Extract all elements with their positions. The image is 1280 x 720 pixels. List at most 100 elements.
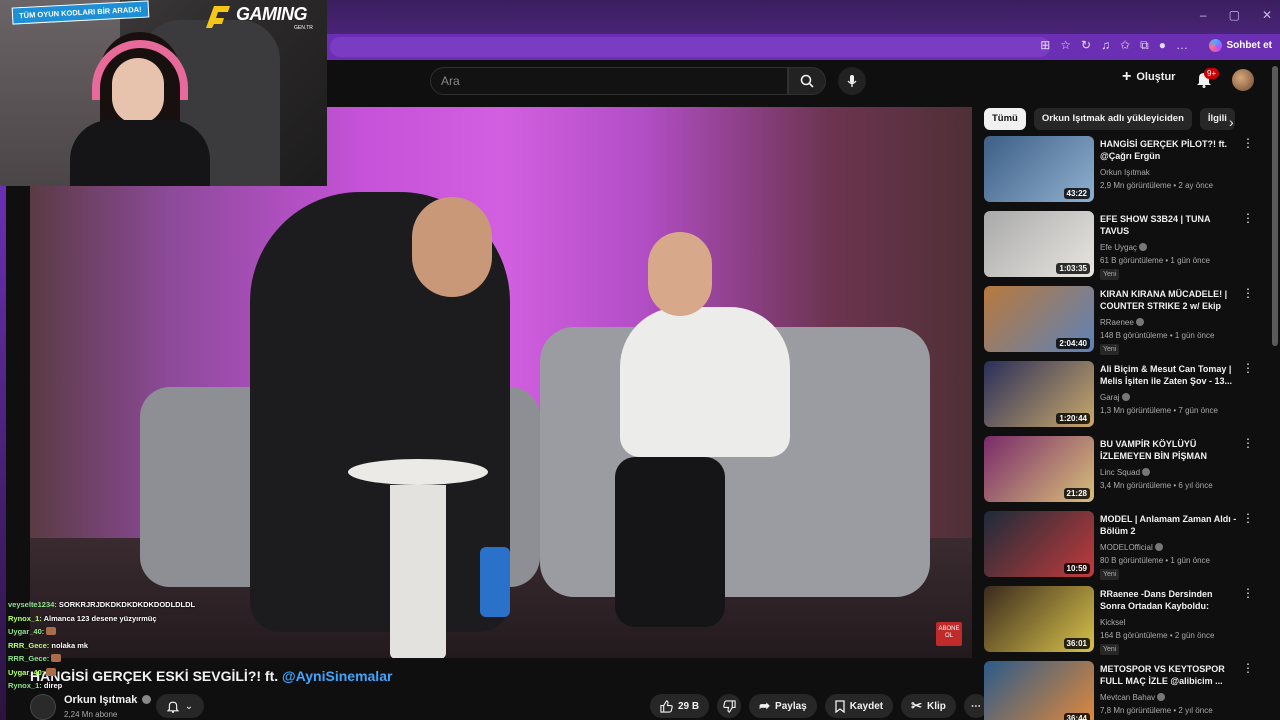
chat-username[interactable]: RRR_Gece: [8,641,49,650]
chat-username[interactable]: RRR_Gece: [8,654,49,663]
video-duration: 21:28 [1063,488,1090,499]
chat-text: nolaka mk [51,640,89,650]
more-icon[interactable]: … [1176,38,1188,53]
recommendation-meta: Kicksel 164 B görüntüleme • 2 gün önce Y… [1100,616,1240,655]
recommendation-title[interactable]: METOSPOR VS KEYTOSPOR FULL MAÇ İZLE @ali… [1100,663,1238,687]
more-vertical-icon[interactable]: ⋮ [1242,137,1254,149]
recommendation-item[interactable]: 36:44 METOSPOR VS KEYTOSPOR FULL MAÇ İZL… [984,661,1256,720]
recommendation-title[interactable]: KIRAN KIRANA MÜCADELE! | COUNTER STRIKE … [1100,288,1238,312]
recommendation-meta: Orkun Işıtmak 2,9 Mn görüntüleme • 2 ay … [1100,166,1240,192]
chat-message: Uygar_40: [8,666,298,680]
user-avatar[interactable] [1232,69,1254,91]
chip-all[interactable]: Tümü [984,108,1026,130]
window-controls: – ▢ ✕ [1200,8,1272,22]
more-vertical-icon[interactable]: ⋮ [1242,662,1254,674]
video-person-right [620,307,790,457]
more-vertical-icon[interactable]: ⋮ [1242,212,1254,224]
recommendation-item[interactable]: 2:04:40 KIRAN KIRANA MÜCADELE! | COUNTER… [984,286,1256,356]
subscribe-watermark[interactable]: ABONE OL [936,622,962,646]
recommendation-channel[interactable]: Garaj [1100,393,1120,402]
recommendation-item[interactable]: 10:59 MODEL | Anlamam Zaman Aldı - Bölüm… [984,511,1256,581]
recommendation-item[interactable]: 21:28 BU VAMPİR KÖYLÜYÜ İZLEMEYEN BİN Pİ… [984,436,1256,506]
url-field[interactable] [330,37,1050,57]
video-thumbnail[interactable]: 36:44 [984,661,1094,720]
filter-chips: Tümü Orkun Işıtmak adlı yükleyiciden İlg… [984,108,1235,130]
recommendation-channel[interactable]: RRaenee [1100,318,1134,327]
chip-from-uploader[interactable]: Orkun Işıtmak adlı yükleyiciden [1033,108,1192,130]
save-button[interactable]: Kaydet [824,694,894,718]
chat-username[interactable]: Uygar_40: [8,668,44,677]
channel-name-text: Orkun Işıtmak [64,694,138,706]
recommendation-title[interactable]: BU VAMPİR KÖYLÜYÜ İZLEMEYEN BİN PİŞMAN [1100,438,1238,462]
search-button[interactable] [788,67,826,95]
dislike-button[interactable] [717,694,742,718]
recommendation-item[interactable]: 43:22 HANGİSİ GERÇEK PİLOT?! ft. @Çağrı … [984,136,1256,206]
favorites-icon[interactable]: ✩ [1120,38,1130,53]
chat-username[interactable]: Uygar_40: [8,627,44,636]
video-thumbnail[interactable]: 43:22 [984,136,1094,202]
recommendation-channel[interactable]: Efe Uygaç [1100,243,1137,252]
video-thumbnail[interactable]: 1:20:44 [984,361,1094,427]
more-vertical-icon[interactable]: ⋮ [1242,287,1254,299]
recommendation-item[interactable]: 1:03:35 EFE SHOW S3B24 | TUNA TAVUS Efe … [984,211,1256,281]
chat-username[interactable]: Rynox_1: [8,681,42,690]
video-duration: 36:44 [1063,713,1090,720]
recommendation-title[interactable]: MODEL | Anlamam Zaman Aldı - Bölüm 2 [1100,513,1238,537]
verified-icon [1138,243,1147,251]
recommendation-title[interactable]: Ali Biçim & Mesut Can Tomay | Melis İşit… [1100,363,1238,387]
video-thumbnail[interactable]: 10:59 [984,511,1094,577]
minimize-button[interactable]: – [1200,8,1207,22]
video-thumbnail[interactable]: 36:01 [984,586,1094,652]
favorite-star-icon[interactable]: ☆ [1060,38,1071,53]
recommendation-title[interactable]: RRaenee -Dans Dersinden Sonra Ortadan Ka… [1100,588,1238,612]
clip-button[interactable]: ✂ Klip [901,694,956,718]
recommendation-item[interactable]: 1:20:44 Ali Biçim & Mesut Can Tomay | Me… [984,361,1256,431]
more-vertical-icon[interactable]: ⋮ [1242,437,1254,449]
more-vertical-icon[interactable]: ⋮ [1242,362,1254,374]
close-button[interactable]: ✕ [1262,8,1272,22]
video-thumbnail[interactable]: 1:03:35 [984,211,1094,277]
clip-label: Klip [927,700,946,712]
share-button[interactable]: ➦ Paylaş [749,694,817,718]
video-title-mention[interactable]: @AyniSinemalar [282,668,392,684]
like-button[interactable]: 29 B [650,694,710,718]
video-player[interactable]: ABONE OL [30,107,972,658]
recommendation-channel[interactable]: Linc Squad [1100,468,1140,477]
refresh-icon[interactable]: ↻ [1081,38,1091,53]
chevron-right-icon[interactable]: › [1229,114,1234,130]
overlay-accent-bar [0,186,6,720]
bell-icon [166,701,179,713]
recommendation-channel[interactable]: Orkun Işıtmak [1100,168,1150,177]
gaming-logo-icon [206,6,230,28]
apps-icon[interactable]: ⊞ [1040,38,1050,53]
channel-name[interactable]: Orkun Işıtmak [64,694,152,706]
copilot-chat-button[interactable]: Sohbet et [1209,39,1272,52]
more-vertical-icon[interactable]: ⋮ [1242,512,1254,524]
search-input[interactable]: Ara [430,67,788,95]
more-vertical-icon[interactable]: ⋮ [1242,587,1254,599]
collections-icon[interactable]: ⧉ [1140,38,1149,53]
video-thumbnail[interactable]: 21:28 [984,436,1094,502]
video-thumbnail[interactable]: 2:04:40 [984,286,1094,352]
create-button[interactable]: + Oluştur [1122,69,1175,85]
recommendation-title[interactable]: EFE SHOW S3B24 | TUNA TAVUS [1100,213,1238,237]
subscription-bell-button[interactable]: ⌄ [156,694,204,718]
chat-username[interactable]: veyselte1234: [8,600,57,609]
page-scrollbar[interactable] [1272,66,1278,346]
recommendation-channel[interactable]: MODELOfficial [1100,543,1153,552]
recommendation-channel[interactable]: Kicksel [1100,618,1125,627]
thumbs-down-icon [722,699,736,713]
recommendation-item[interactable]: 36:01 RRaenee -Dans Dersinden Sonra Orta… [984,586,1256,656]
recommendation-meta: Linc Squad 3,4 Mn görüntüleme • 6 yıl ön… [1100,466,1240,492]
copilot-label: Sohbet et [1226,40,1272,51]
profile-icon[interactable]: ● [1159,38,1166,53]
maximize-button[interactable]: ▢ [1229,8,1240,22]
channel-avatar[interactable] [30,694,56,720]
recommendation-title[interactable]: HANGİSİ GERÇEK PİLOT?! ft. @Çağrı Ergün [1100,138,1238,162]
recommendation-meta: Mevtcan Bahav 7,8 Mn görüntüleme • 2 yıl… [1100,691,1240,717]
extensions-icon[interactable]: ♫ [1101,38,1110,53]
chat-username[interactable]: Rynox_1: [8,614,42,623]
video-person-right-legs [615,457,725,627]
voice-search-button[interactable] [838,67,866,95]
recommendation-channel[interactable]: Mevtcan Bahav [1100,693,1155,702]
